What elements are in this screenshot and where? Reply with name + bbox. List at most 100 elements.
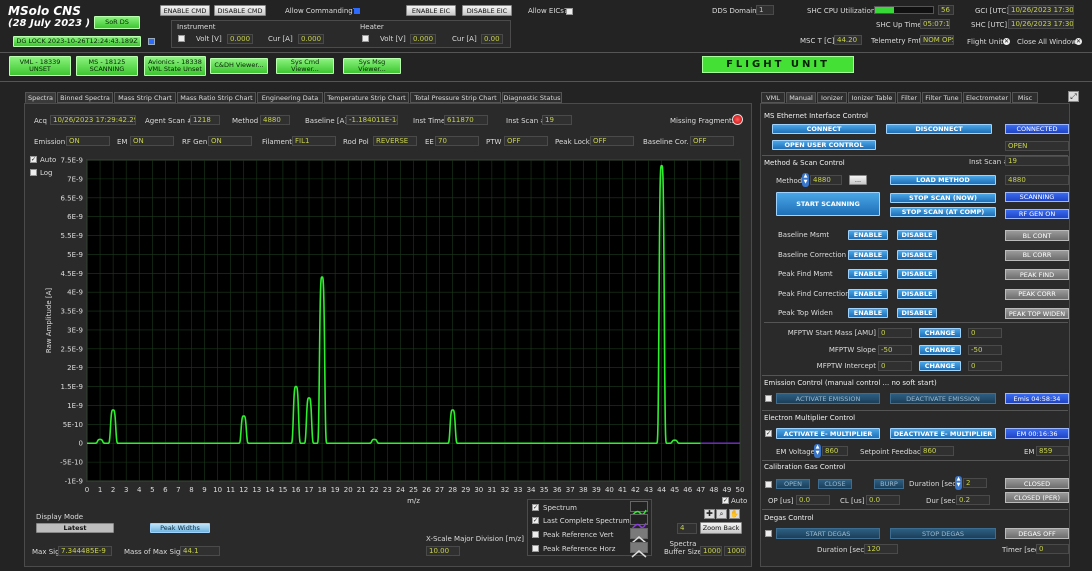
auto-x-checkbox[interactable]: ✓ [722,497,729,504]
mfptw-input[interactable]: 0 [878,361,912,371]
disable-eic-button[interactable]: DISABLE EIC [462,5,512,16]
right-tab-filter-tune[interactable]: Filter Tune [922,92,962,103]
buffer-size-1[interactable]: 1000 [700,546,722,556]
right-tab-ionizer[interactable]: Ionizer [817,92,847,103]
disable-cmd-button[interactable]: DISABLE CMD [214,5,266,16]
start-degas-button[interactable]: START DEGAS [776,528,880,539]
tab-diagnostic-status[interactable]: Diagnostic Status [502,92,562,103]
scan-option-enable-button[interactable]: ENABLE [848,308,888,318]
method-browse-button[interactable]: ... [849,175,867,185]
cal-open-button[interactable]: OPEN [776,479,810,489]
peak-lock-value: OFF [590,136,634,146]
stop-degas-button[interactable]: STOP DEGAS [890,528,996,539]
display-mode-select[interactable]: Latest [36,523,114,533]
method-spinner-icon[interactable]: ▲ ▼ [802,173,809,187]
flight-unit-close-icon[interactable]: ✕ [1003,38,1010,45]
tab-spectra[interactable]: Spectra [25,92,56,103]
cal-duration-input[interactable]: 2 [963,478,987,488]
vml-state-button[interactable]: VML - 18339 UNSET [9,56,71,76]
avionics-state-button[interactable]: Avionics - 18338 VML State Unset [144,56,206,76]
tab-mass-ratio-strip-chart[interactable]: Mass Ratio Strip Chart [177,92,256,103]
mfptw-input[interactable]: 0 [878,328,912,338]
pan-tool-icon[interactable]: ⌕ [716,509,727,519]
deactivate-emission-button[interactable]: DEACTIVATE EMISSION [890,393,996,404]
stop-scan-comp-button[interactable]: STOP SCAN (AT COMP) [890,207,996,217]
tab-binned-spectra[interactable]: Binned Spectra [57,92,113,103]
scan-option-disable-button[interactable]: DISABLE [897,269,937,279]
zoom-back-button[interactable]: Zoom Back [700,522,742,534]
allow-eics-checkbox[interactable] [566,8,573,15]
spectrum-chart[interactable]: 0 1 2 3 4 5 6 7 8 9 10 11 12 13 14 15 16 17 18 19 20 21 22 23 24… [20,150,760,510]
scan-option-disable-button[interactable]: DISABLE [897,230,937,240]
cdh-viewer-button[interactable]: C&DH Viewer... [210,58,268,74]
activate-emission-button[interactable]: ACTIVATE EMISSION [776,393,880,404]
deactivate-em-button[interactable]: DEACTIVATE E- MULTIPLIER [890,428,996,439]
sys-msg-viewer-button[interactable]: Sys Msg Viewer... [343,58,401,74]
scan-option-enable-button[interactable]: ENABLE [848,288,888,299]
activate-em-button[interactable]: ACTIVATE E- MULTIPLIER [776,428,880,439]
legend-peak-ref-horz-checkbox[interactable] [532,545,539,552]
right-tab-manual[interactable]: Manual [786,92,816,103]
enable-eic-button[interactable]: ENABLE EIC [406,5,456,16]
heater-checkbox[interactable] [362,35,369,42]
cal-checkbox[interactable] [765,481,772,488]
tab-mass-strip-chart[interactable]: Mass Strip Chart [114,92,176,103]
scan-option-disable-button[interactable]: DISABLE [897,288,937,299]
em-voltage-label: EM Voltage [776,448,815,456]
tab-total-pressure-strip-chart[interactable]: Total Pressure Strip Chart [410,92,501,103]
cal-duration-spinner-icon[interactable]: ▲ ▼ [955,476,962,490]
right-tab-vml[interactable]: VML [761,92,785,103]
cal-burp-button[interactable]: BURP [874,479,904,489]
cal-close-button[interactable]: CLOSE [818,479,852,489]
disconnect-button[interactable]: DISCONNECT [886,124,992,134]
scan-option-enable-button[interactable]: ENABLE [848,249,888,260]
right-tab-misc[interactable]: Misc [1012,92,1038,103]
tab-temperature-strip-chart[interactable]: Temperature Strip Chart [324,92,409,103]
em-voltage-input[interactable]: 860 [822,446,848,456]
legend-last-complete-checkbox[interactable]: ✓ [532,517,539,524]
instrument-checkbox[interactable] [178,35,185,42]
sor-ds-button[interactable]: SoR DS [94,16,140,29]
right-inst-scan-value: 19 [1005,156,1069,166]
x-tick-label: 47 [696,486,705,494]
scan-option-enable-button[interactable]: ENABLE [848,230,888,240]
mfptw-change-button[interactable]: CHANGE [919,328,961,338]
zoom-tool-icon[interactable]: ✚ [704,509,715,519]
load-method-button[interactable]: LOAD METHOD [890,175,996,185]
legend-spectrum-checkbox[interactable]: ✓ [532,504,539,511]
right-tab-filter[interactable]: Filter [897,92,921,103]
scan-option-enable-button[interactable]: ENABLE [848,269,888,279]
em-checkbox[interactable]: ✓ [765,430,772,437]
ms-state-button[interactable]: MS - 18125 SCANNING [76,56,138,76]
mfptw-change-button[interactable]: CHANGE [919,361,961,371]
display-mode-label: Display Mode [36,513,84,521]
connect-button[interactable]: CONNECT [772,124,876,134]
degas-checkbox[interactable] [765,530,772,537]
emission-checkbox[interactable] [765,395,772,402]
start-scanning-button[interactable]: START SCANNING [776,192,880,216]
scan-option-disable-button[interactable]: DISABLE [897,249,937,260]
zoom-level-value[interactable]: 4 [677,523,697,534]
close-all-icon[interactable]: ✕ [1075,38,1082,45]
mfptw-change-button[interactable]: CHANGE [919,344,961,355]
legend-peak-ref-vert-checkbox[interactable] [532,531,539,538]
hand-tool-icon[interactable]: ✋ [729,509,740,519]
open-user-control-button[interactable]: OPEN USER CONTROL [772,140,876,150]
em-label: EM [117,138,128,146]
stop-scan-now-button[interactable]: STOP SCAN (NOW) [890,193,996,203]
right-tab-ionizer-table[interactable]: Ionizer Table [848,92,896,103]
method-input[interactable]: 4880 [810,175,842,185]
dg-lock-button[interactable]: DG LOCK 2023-10-26T12:24:43.189Z [13,36,141,47]
em-voltage-spinner-icon[interactable]: ▲ ▼ [814,444,821,458]
scan-option-disable-button[interactable]: DISABLE [897,308,937,318]
tab-engineering-data[interactable]: Engineering Data [257,92,323,103]
panel-settings-icon[interactable]: ⤢ [1068,91,1079,102]
peak-widths-button[interactable]: Peak Widths [150,523,210,533]
degas-duration-input[interactable]: 120 [864,544,898,554]
right-tab-electrometer[interactable]: Electrometer [963,92,1011,103]
mfptw-value: 0 [968,361,1002,371]
enable-cmd-button[interactable]: ENABLE CMD [160,5,210,16]
mfptw-input[interactable]: -50 [878,344,912,355]
sys-cmd-viewer-button[interactable]: Sys Cmd Viewer... [276,58,334,74]
allow-commanding-indicator[interactable] [354,8,360,14]
